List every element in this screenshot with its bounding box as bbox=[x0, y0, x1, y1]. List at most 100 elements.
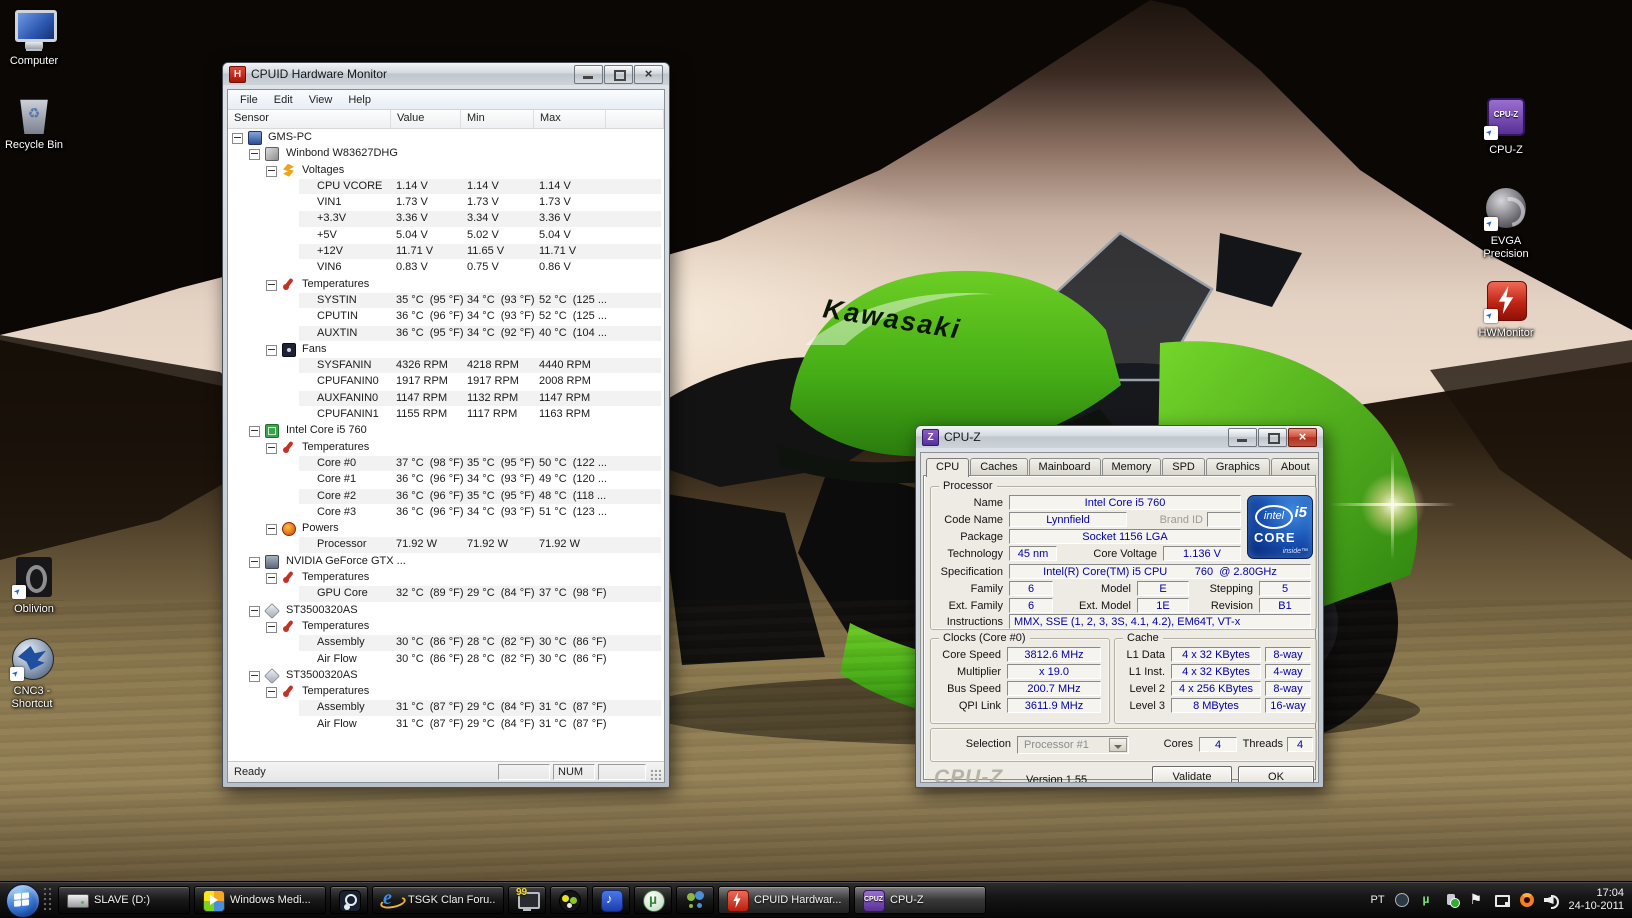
column-header-sensor[interactable]: Sensor bbox=[228, 110, 391, 128]
taskbar-button-round-player[interactable] bbox=[550, 886, 588, 914]
expand-collapse-toggle[interactable] bbox=[232, 133, 243, 144]
column-header-value[interactable]: Value bbox=[391, 110, 461, 128]
desktop-icon-cpuz[interactable]: CPU-Z bbox=[1470, 95, 1542, 157]
maximize-button[interactable] bbox=[1258, 428, 1287, 447]
sensor-row[interactable]: CPU VCORE1.14 V1.14 V1.14 V bbox=[228, 178, 664, 194]
tree-node-row[interactable]: Temperatures bbox=[228, 683, 664, 699]
taskbar-button-slave-d[interactable]: SLAVE (D:) bbox=[58, 886, 190, 914]
expand-collapse-toggle[interactable] bbox=[266, 345, 277, 356]
steam-tray-icon[interactable] bbox=[1394, 892, 1410, 908]
validate-button[interactable]: Validate bbox=[1152, 766, 1232, 783]
column-header-blank[interactable] bbox=[606, 110, 664, 128]
tree-node-row[interactable]: Temperatures bbox=[228, 569, 664, 585]
expand-collapse-toggle[interactable] bbox=[249, 426, 260, 437]
sensor-row[interactable]: Core #136 °C (96 °F)34 °C (93 °F)49 °C (… bbox=[228, 471, 664, 487]
sensor-row[interactable]: GPU Core32 °C (89 °F)29 °C (84 °F)37 °C … bbox=[228, 585, 664, 601]
network-icon[interactable] bbox=[1494, 892, 1510, 908]
menu-item-file[interactable]: File bbox=[232, 92, 266, 108]
desktop-icon-oblivion[interactable]: Oblivion bbox=[0, 554, 70, 616]
start-button[interactable] bbox=[4, 882, 40, 918]
sensor-row[interactable]: Core #336 °C (96 °F)34 °C (93 °F)51 °C (… bbox=[228, 504, 664, 520]
tree-node-row[interactable]: Winbond W83627DHG bbox=[228, 145, 664, 161]
sensor-row[interactable]: Assembly30 °C (86 °F)28 °C (82 °F)30 °C … bbox=[228, 634, 664, 650]
usb-device-icon[interactable] bbox=[1444, 892, 1460, 908]
close-button[interactable]: × bbox=[634, 65, 663, 84]
sensor-row[interactable]: AUXFANIN01147 RPM1132 RPM1147 RPM bbox=[228, 390, 664, 406]
tree-node-row[interactable]: Voltages bbox=[228, 162, 664, 178]
expand-collapse-toggle[interactable] bbox=[266, 166, 277, 177]
tab-caches[interactable]: Caches bbox=[970, 458, 1027, 476]
sensor-row[interactable]: Assembly31 °C (87 °F)29 °C (84 °F)31 °C … bbox=[228, 699, 664, 715]
resize-grip[interactable] bbox=[649, 768, 662, 781]
tree-node-row[interactable]: Temperatures bbox=[228, 439, 664, 455]
taskbar-button-tsgk-forum[interactable]: TSGK Clan Foru... bbox=[372, 886, 504, 914]
sensor-row[interactable]: VIN60.83 V0.75 V0.86 V bbox=[228, 259, 664, 275]
tree-node-row[interactable]: NVIDIA GeForce GTX ... bbox=[228, 553, 664, 569]
sensor-row[interactable]: CPUFANIN01917 RPM1917 RPM2008 RPM bbox=[228, 373, 664, 389]
tree-node-row[interactable]: Temperatures bbox=[228, 276, 664, 292]
taskbar-button-windows-media[interactable]: Windows Medi... bbox=[194, 886, 326, 914]
expand-collapse-toggle[interactable] bbox=[266, 280, 277, 291]
tab-graphics[interactable]: Graphics bbox=[1206, 458, 1270, 476]
menu-item-help[interactable]: Help bbox=[340, 92, 379, 108]
tab-memory[interactable]: Memory bbox=[1102, 458, 1162, 476]
cpuz-titlebar[interactable]: Z CPU-Z × bbox=[916, 426, 1323, 448]
expand-collapse-toggle[interactable] bbox=[249, 671, 260, 682]
taskbar-button-utorrent[interactable] bbox=[634, 886, 672, 914]
tree-node-row[interactable]: Intel Core i5 760 bbox=[228, 422, 664, 438]
tree-node-row[interactable]: GMS-PC bbox=[228, 129, 664, 145]
menu-item-edit[interactable]: Edit bbox=[266, 92, 301, 108]
expand-collapse-toggle[interactable] bbox=[249, 149, 260, 160]
tab-about[interactable]: About bbox=[1271, 458, 1319, 476]
desktop-icon-cnc3-shortcut[interactable]: CNC3 - Shortcut bbox=[0, 636, 68, 711]
hwmonitor-titlebar[interactable]: H CPUID Hardware Monitor × bbox=[223, 63, 669, 85]
sensor-row[interactable]: Air Flow30 °C (86 °F)28 °C (82 °F)30 °C … bbox=[228, 651, 664, 667]
sensor-row[interactable]: CPUFANIN11155 RPM1117 RPM1163 RPM bbox=[228, 406, 664, 422]
tree-node-row[interactable]: Fans bbox=[228, 341, 664, 357]
volume-icon[interactable] bbox=[1544, 892, 1560, 908]
menu-item-view[interactable]: View bbox=[301, 92, 341, 108]
sensor-row[interactable]: +5V5.04 V5.02 V5.04 V bbox=[228, 227, 664, 243]
desktop-icon-evga-precision[interactable]: EVGA Precision bbox=[1470, 186, 1542, 261]
expand-collapse-toggle[interactable] bbox=[266, 687, 277, 698]
sensor-row[interactable]: VIN11.73 V1.73 V1.73 V bbox=[228, 194, 664, 210]
processor-select-dropdown[interactable]: Processor #1 bbox=[1017, 736, 1129, 754]
minimize-button[interactable] bbox=[574, 65, 603, 84]
sensor-row[interactable]: SYSFANIN4326 RPM4218 RPM4440 RPM bbox=[228, 357, 664, 373]
minimize-button[interactable] bbox=[1228, 428, 1257, 447]
taskbar-button-music-app[interactable] bbox=[592, 886, 630, 914]
sensor-row[interactable]: +12V11.71 V11.65 V11.71 V bbox=[228, 243, 664, 259]
maximize-button[interactable] bbox=[604, 65, 633, 84]
sensor-row[interactable]: AUXTIN36 °C (95 °F)34 °C (92 °F)40 °C (1… bbox=[228, 325, 664, 341]
utorrent-tray-icon[interactable] bbox=[1419, 892, 1435, 908]
expand-collapse-toggle[interactable] bbox=[266, 573, 277, 584]
column-header-max[interactable]: Max bbox=[534, 110, 606, 128]
expand-collapse-toggle[interactable] bbox=[266, 443, 277, 454]
desktop-icon-hwmonitor[interactable]: HWMonitor bbox=[1470, 278, 1542, 340]
sensor-row[interactable]: Processor71.92 W71.92 W71.92 W bbox=[228, 536, 664, 552]
action-center-flag-icon[interactable] bbox=[1469, 892, 1485, 908]
tab-mainboard[interactable]: Mainboard bbox=[1029, 458, 1101, 476]
sensor-row[interactable]: Core #037 °C (98 °F)35 °C (95 °F)50 °C (… bbox=[228, 455, 664, 471]
expand-collapse-toggle[interactable] bbox=[266, 622, 277, 633]
desktop-icon-computer[interactable]: Computer bbox=[0, 6, 70, 68]
taskbar-button-counter-99[interactable]: 99 bbox=[508, 886, 546, 914]
chevron-down-icon[interactable] bbox=[1109, 738, 1127, 752]
clock[interactable]: 17:04 24-10-2011 bbox=[1569, 887, 1624, 913]
sensor-row[interactable]: Air Flow31 °C (87 °F)29 °C (84 °F)31 °C … bbox=[228, 716, 664, 730]
tree-node-row[interactable]: Powers bbox=[228, 520, 664, 536]
sensor-row[interactable]: SYSTIN35 °C (95 °F)34 °C (93 °F)52 °C (1… bbox=[228, 292, 664, 308]
close-button[interactable]: × bbox=[1288, 428, 1317, 447]
tab-cpu[interactable]: CPU bbox=[926, 458, 969, 477]
taskbar-button-steam[interactable] bbox=[330, 886, 368, 914]
language-indicator[interactable]: PT bbox=[1370, 894, 1384, 906]
sensor-row[interactable]: CPUTIN36 °C (96 °F)34 °C (93 °F)52 °C (1… bbox=[228, 308, 664, 324]
updater-tray-icon[interactable] bbox=[1519, 892, 1535, 908]
expand-collapse-toggle[interactable] bbox=[266, 524, 277, 535]
taskbar-button-cpu-z[interactable]: CPU-Z bbox=[854, 886, 986, 914]
taskbar-button-messenger[interactable] bbox=[676, 886, 714, 914]
tab-spd[interactable]: SPD bbox=[1162, 458, 1205, 476]
ok-button[interactable]: OK bbox=[1238, 766, 1314, 783]
sensor-row[interactable]: +3.3V3.36 V3.34 V3.36 V bbox=[228, 210, 664, 226]
desktop-icon-recycle-bin[interactable]: Recycle Bin bbox=[0, 90, 70, 152]
